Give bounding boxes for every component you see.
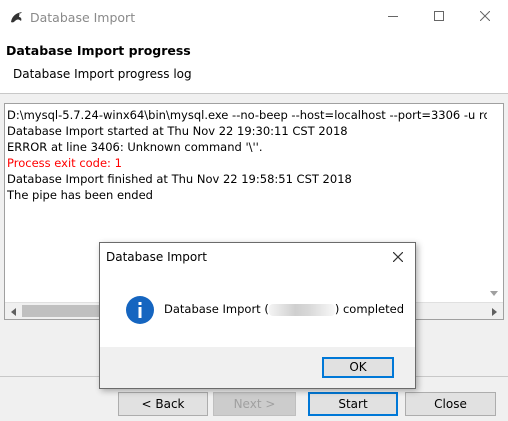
dialog-message: Database Import ( ) completed	[164, 302, 404, 316]
redacted-name	[268, 303, 335, 316]
minimize-icon	[388, 16, 398, 17]
dolphin-app-icon	[11, 12, 22, 23]
close-icon[interactable]	[393, 252, 403, 262]
start-button[interactable]: Start	[308, 392, 398, 416]
close-button[interactable]: Close	[405, 392, 496, 416]
dialog-body: Database Import ( ) completed	[100, 273, 415, 347]
log-line: ERROR at line 3406: Unknown command '\''…	[7, 140, 263, 154]
window-titlebar: Database Import	[0, 0, 508, 36]
log-line-error: Process exit code: 1	[7, 156, 122, 170]
scroll-down-arrow-icon[interactable]	[490, 291, 498, 296]
maximize-button[interactable]	[416, 0, 462, 32]
log-line: D:\mysql-5.7.24-winx64\bin\mysql.exe --n…	[7, 108, 487, 122]
scroll-right-arrow-icon[interactable]	[492, 308, 497, 316]
next-button[interactable]: Next >	[213, 392, 296, 416]
window-close-button[interactable]	[462, 0, 508, 32]
log-line: Database Import started at Thu Nov 22 19…	[7, 124, 348, 138]
dialog-footer: OK	[100, 347, 415, 388]
log-line: The pipe has been ended	[7, 188, 153, 202]
dialog-message-suffix: ) completed	[334, 302, 405, 316]
page-title: Database Import progress	[6, 43, 191, 58]
window-title: Database Import	[30, 10, 136, 25]
log-line: Database Import finished at Thu Nov 22 1…	[7, 172, 352, 186]
dialog-title: Database Import	[106, 250, 207, 264]
dialog-message-prefix: Database Import (	[164, 302, 269, 316]
minimize-button[interactable]	[370, 0, 416, 32]
completion-dialog: Database Import Database Import ( ) compl…	[99, 242, 416, 389]
maximize-icon	[434, 11, 444, 21]
log-lines: D:\mysql-5.7.24-winx64\bin\mysql.exe --n…	[7, 107, 487, 203]
scroll-left-arrow-icon[interactable]	[11, 308, 16, 316]
wizard-header: Database Import progress Database Import…	[0, 36, 508, 94]
info-icon	[126, 296, 154, 324]
ok-button[interactable]: OK	[322, 357, 394, 378]
back-button[interactable]: < Back	[118, 392, 208, 416]
page-subtitle: Database Import progress log	[13, 67, 192, 81]
close-icon	[480, 11, 490, 21]
